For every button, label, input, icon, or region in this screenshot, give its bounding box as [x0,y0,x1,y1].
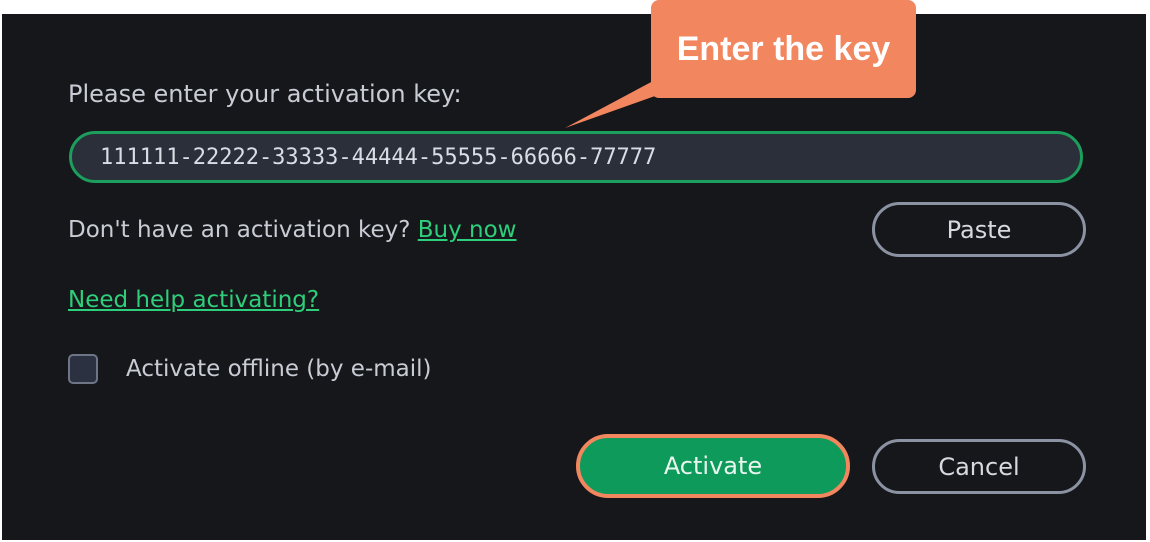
paste-button-label: Paste [946,215,1012,244]
cancel-button[interactable]: Cancel [872,439,1086,494]
cancel-button-label: Cancel [938,452,1020,481]
activation-key-prompt: Please enter your activation key: [68,80,462,108]
paste-button[interactable]: Paste [872,202,1086,257]
no-key-text: Don't have an activation key? [68,217,411,243]
buy-now-link[interactable]: Buy now [418,217,517,243]
activate-offline-label: Activate offline (by e-mail) [126,356,432,382]
enter-key-callout: Enter the key [651,0,916,98]
activation-key-input[interactable] [69,131,1083,183]
activate-button[interactable]: Activate [576,434,850,498]
no-key-row: Don't have an activation key? Buy now [68,217,517,243]
callout-text: Enter the key [676,29,891,68]
help-activating-link[interactable]: Need help activating? [68,287,319,313]
activate-offline-option[interactable]: Activate offline (by e-mail) [68,354,432,384]
activate-offline-checkbox[interactable] [68,354,98,384]
activate-button-label: Activate [663,452,763,480]
